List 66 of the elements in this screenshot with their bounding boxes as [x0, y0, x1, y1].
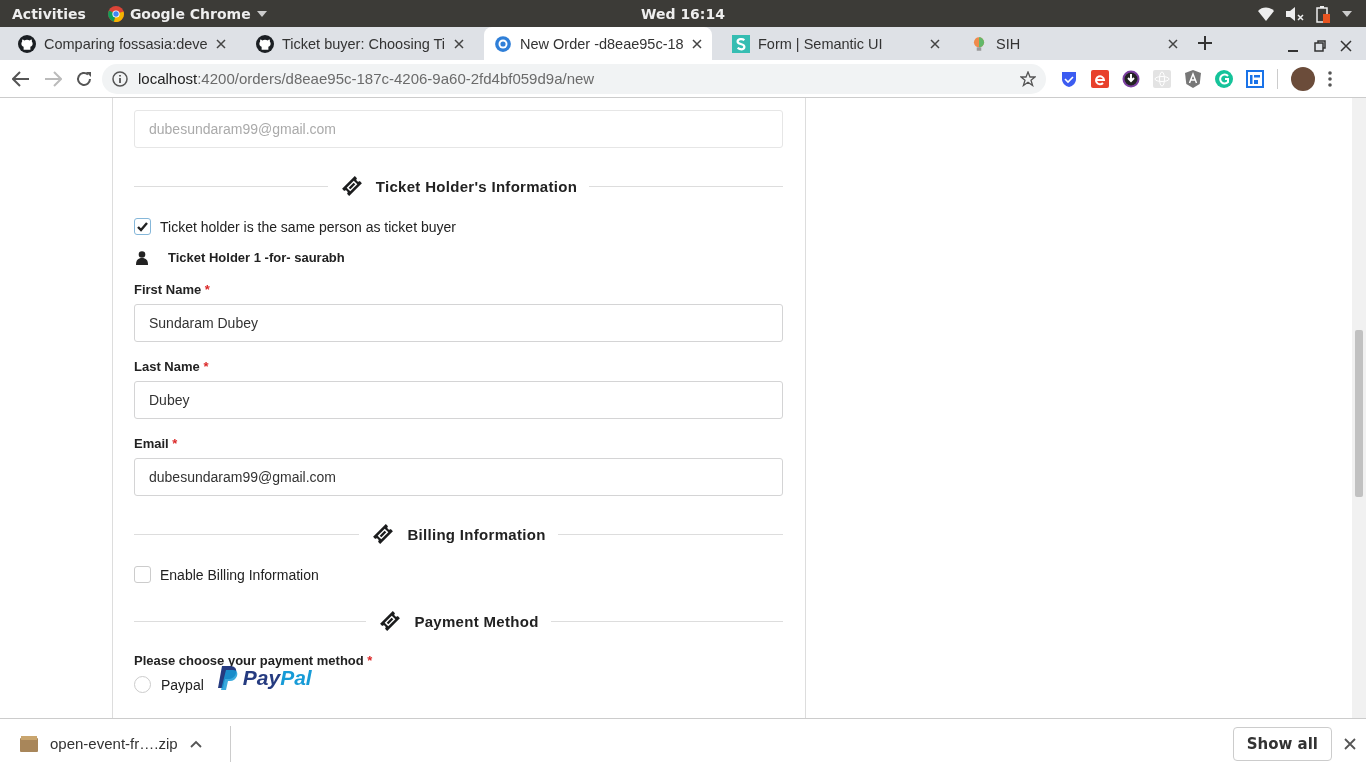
- chevron-up-icon[interactable]: [189, 739, 202, 748]
- close-icon[interactable]: [1344, 737, 1356, 750]
- holder-heading: Ticket Holder 1 -for- saurabh: [168, 250, 345, 265]
- cat-silhouette-icon: [18, 34, 36, 53]
- text-field[interactable]: dubesundaram99@gmail.com: [134, 458, 783, 496]
- info-icon[interactable]: [112, 70, 128, 87]
- checkbox[interactable]: [134, 566, 151, 583]
- caret-icon[interactable]: [1342, 10, 1352, 17]
- checkbox-label: Enable Billing Information: [160, 566, 319, 583]
- chart-square-icon[interactable]: [1246, 69, 1264, 88]
- section-heading: Payment Method: [414, 612, 539, 630]
- close-icon[interactable]: [930, 38, 940, 49]
- close-icon[interactable]: [1340, 40, 1352, 52]
- avatar[interactable]: [1291, 66, 1315, 91]
- letter-e-icon[interactable]: [1091, 69, 1109, 88]
- radio-label: Paypal: [161, 676, 204, 693]
- address-bar[interactable]: localhost:4200/orders/d8eae95c-187c-4206-9a60-2fd4bf059d9a/new: [102, 63, 1046, 94]
- archive-icon: [20, 735, 38, 752]
- cat-silhouette-icon: [256, 34, 274, 53]
- scrollbar[interactable]: [1352, 98, 1366, 718]
- chrome-icon: [107, 5, 124, 22]
- field-label: Please choose your payment method *: [134, 653, 374, 668]
- close-icon[interactable]: [692, 38, 702, 49]
- back-icon[interactable]: [12, 70, 30, 87]
- ticket-icon: [339, 174, 364, 198]
- battery-icon[interactable]: [1316, 4, 1330, 23]
- checkbox-label: Ticket holder is the same person as ticket buyer: [160, 218, 456, 235]
- plus-icon[interactable]: [1198, 36, 1212, 50]
- speaker-icon[interactable]: [1286, 6, 1304, 21]
- section-heading: Billing Information: [407, 525, 546, 543]
- circle-icon: [494, 34, 512, 53]
- browser-tab[interactable]: Form | Semantic UI: [722, 27, 950, 60]
- shield-a-icon[interactable]: [1184, 69, 1202, 88]
- menu-icon[interactable]: [1328, 70, 1332, 87]
- restore-icon[interactable]: [1314, 40, 1326, 52]
- ticket-icon: [378, 609, 403, 633]
- ticket-icon: [371, 522, 396, 546]
- clock[interactable]: Wed 16:14: [641, 5, 725, 22]
- download-item[interactable]: open-event-fr….zip: [50, 735, 178, 752]
- reload-icon[interactable]: [76, 70, 92, 87]
- close-icon[interactable]: [216, 38, 226, 49]
- show-all-button[interactable]: Show all: [1232, 726, 1332, 761]
- user-icon: [136, 250, 148, 265]
- browser-tab[interactable]: New Order -d8eae95c-18: [484, 27, 712, 60]
- section-heading: Ticket Holder's Information: [375, 177, 578, 195]
- field-label: Last Name *: [134, 359, 210, 374]
- browser-tab[interactable]: Ticket buyer: Choosing Ti: [246, 27, 474, 60]
- field-label: First Name *: [134, 282, 211, 297]
- url-text: localhost:4200/orders/d8eae95c-187c-4206-9a60-2fd4bf059d9a/new: [138, 70, 596, 87]
- square-s-icon: [732, 34, 750, 53]
- caret-icon: [256, 10, 267, 17]
- browser-tab[interactable]: SIH: [960, 27, 1188, 60]
- close-icon[interactable]: [1168, 38, 1178, 49]
- shield-icon[interactable]: [1060, 69, 1078, 88]
- wifi-icon[interactable]: [1258, 6, 1274, 21]
- checkbox[interactable]: [134, 218, 151, 235]
- activities-button[interactable]: Activities: [12, 5, 86, 22]
- field-label: Email *: [134, 436, 179, 451]
- star-icon[interactable]: [1020, 70, 1036, 87]
- download-arrow-icon[interactable]: [1122, 69, 1140, 88]
- app-menu[interactable]: Google Chrome: [129, 5, 251, 22]
- letter-p-icon: [217, 665, 239, 690]
- close-icon[interactable]: [454, 38, 464, 49]
- browser-tab[interactable]: Comparing fossasia:deve: [8, 27, 236, 60]
- text-field[interactable]: Dubey: [134, 381, 783, 419]
- text-field[interactable]: Sundaram Dubey: [134, 304, 783, 342]
